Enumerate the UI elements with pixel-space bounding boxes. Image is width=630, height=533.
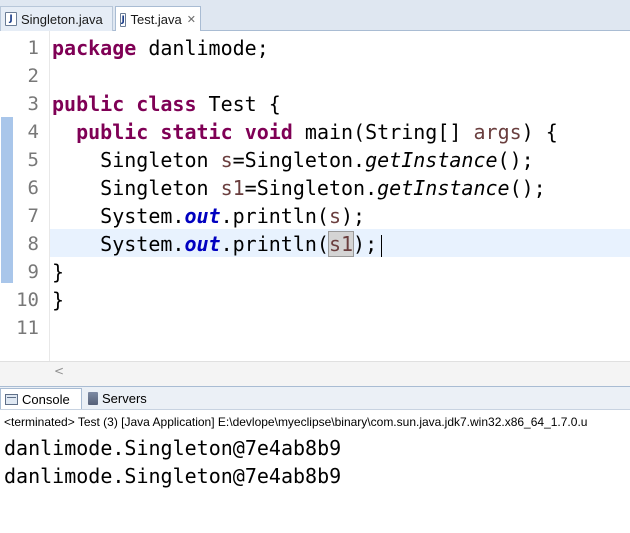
line-number: 1 [27,37,39,59]
code-line: public class Test { [52,90,281,118]
code-token: Singleton [52,176,221,200]
code-token: void [244,120,293,144]
horizontal-scrollbar[interactable]: < [0,361,630,386]
code-token: danlimode; [136,36,269,60]
line-number: 6 [27,177,39,199]
tab-test-java[interactable]: J Test.java ✕ [115,6,201,32]
code-token: Test { [196,92,281,116]
code-token: public [52,92,125,116]
code-token: =Singleton. [232,148,366,172]
code-token: .println( [220,204,329,228]
code-token: getInstance [377,176,510,200]
code-line: } [52,286,64,314]
tab-console[interactable]: Console [0,388,82,409]
editor-tab-bar: J Singleton.java J Test.java ✕ [0,0,630,32]
line-number: 10 [16,289,39,311]
code-token: } [52,260,65,284]
code-line: System.out.println(s); [52,202,365,230]
tab-label: Test.java [130,12,182,27]
code-token: ); [341,204,366,228]
scroll-left-icon[interactable]: < [54,364,64,378]
code-token: s1 [220,176,245,200]
code-token: class [136,92,197,116]
code-line: public static void main(String[] args) { [52,118,558,146]
console-output-line: danlimode.Singleton@7e4ab8b9 [4,464,342,488]
line-number: 2 [27,65,39,87]
code-token: public [76,120,149,144]
code-token: s [328,204,341,228]
code-line: package danlimode; [52,34,269,62]
console-tab-label: Console [22,391,70,407]
code-line: Singleton s=Singleton.getInstance(); [52,146,534,174]
code-token: static [160,120,233,144]
close-icon[interactable]: ✕ [187,13,196,26]
code-token: main(String[] [292,120,474,144]
tab-label: Singleton.java [21,11,103,27]
annotation-ruler [0,31,14,361]
range-indicator [1,117,13,283]
code-token: getInstance [365,148,498,172]
code-token: } [52,288,65,312]
line-number: 9 [27,261,39,283]
code-editor[interactable]: 1 2 3 4 5 6 7 8 9 10 11 package danlimode; public c… [0,31,630,361]
console-icon [5,393,18,405]
tab-singleton-java[interactable]: J Singleton.java [0,6,113,31]
code-line: Singleton s1=Singleton.getInstance(); [52,174,546,202]
code-token: (); [509,176,546,200]
console-status: <terminated> Test (3) [Java Application]… [0,410,630,434]
code-token: s [220,148,233,172]
code-line: System.out.println(s1); [52,230,383,258]
line-number-ruler: 1 2 3 4 5 6 7 8 9 10 11 [14,31,50,361]
code-token: (); [497,148,534,172]
java-file-icon: J [5,12,17,26]
java-file-icon: J [120,12,127,27]
code-token: =Singleton. [244,176,378,200]
line-number: 4 [27,121,39,143]
code-token: .println( [220,232,329,256]
line-number: 11 [16,317,39,339]
code-token: s1 [327,231,355,257]
code-token: package [52,36,137,60]
console-output[interactable]: danlimode.Singleton@7e4ab8b9 danlimode.S… [0,434,630,533]
code-token: ) { [521,120,558,144]
tab-servers[interactable]: Servers [84,388,154,409]
line-number: 3 [27,93,39,115]
code-token: System. [52,204,185,228]
code-text[interactable]: package danlimode; public class Test { pu… [52,31,630,361]
code-token: ); [353,232,378,256]
code-token: Singleton [52,148,221,172]
code-token: out [184,232,221,256]
views-tab-bar: Console Servers [0,386,630,410]
code-line: } [52,258,64,286]
servers-tab-label: Servers [102,391,147,406]
text-caret [381,234,383,257]
line-number: 5 [27,149,39,171]
code-token: args [473,120,522,144]
line-number: 8 [27,233,39,255]
console-output-line: danlimode.Singleton@7e4ab8b9 [4,436,342,460]
code-token: out [184,204,221,228]
servers-icon [88,392,98,405]
line-number: 7 [27,205,39,227]
code-token: System. [52,232,185,256]
